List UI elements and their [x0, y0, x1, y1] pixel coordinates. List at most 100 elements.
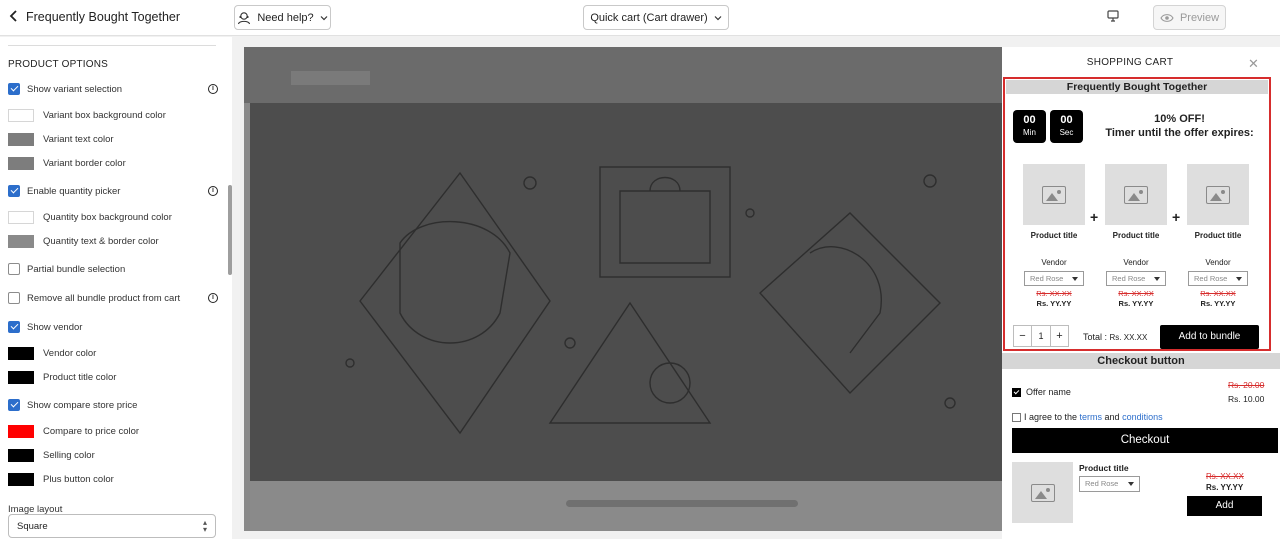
- total-label: Total :: [1083, 332, 1108, 342]
- checkbox[interactable]: [8, 292, 20, 304]
- option-checkbox-row[interactable]: Show compare store price: [8, 395, 218, 415]
- image-placeholder-icon: [1030, 483, 1055, 502]
- product-image[interactable]: [1105, 164, 1167, 225]
- color-swatch[interactable]: [8, 346, 34, 360]
- support-icon: [238, 11, 251, 24]
- offer-text: 10% OFF!: [1154, 113, 1205, 125]
- color-setting-row[interactable]: Product title color: [8, 367, 218, 387]
- color-setting-row[interactable]: Quantity text & border color: [8, 231, 218, 251]
- image-layout-value: Square: [17, 520, 48, 532]
- hero-image: [250, 103, 1002, 481]
- color-setting-row[interactable]: Selling color: [8, 445, 218, 465]
- variant-select[interactable]: Red Rose: [1188, 271, 1248, 286]
- product-image[interactable]: [1187, 164, 1249, 225]
- bundle-product: Product title Vendor Red Rose Rs. XX.XX Rs. …: [1187, 164, 1249, 308]
- option-checkbox-row[interactable]: Show variant selection i: [8, 79, 218, 99]
- need-help-button[interactable]: Need help?: [234, 5, 331, 30]
- option-label: Vendor color: [43, 347, 97, 359]
- agree-terms-checkbox[interactable]: [1012, 413, 1021, 422]
- product-vendor: Vendor: [1041, 258, 1067, 267]
- quantity-increase-button[interactable]: +: [1050, 326, 1068, 346]
- info-icon[interactable]: i: [208, 186, 218, 196]
- upsell-add-button[interactable]: Add: [1187, 496, 1262, 516]
- option-label: Variant text color: [43, 133, 114, 145]
- quantity-value[interactable]: 1: [1032, 331, 1050, 341]
- need-help-label: Need help?: [257, 11, 314, 24]
- preview-scroll-indicator: [566, 500, 798, 507]
- checkbox[interactable]: [8, 83, 20, 95]
- variant-select[interactable]: Red Rose: [1024, 271, 1084, 286]
- color-swatch[interactable]: [8, 156, 34, 170]
- close-icon[interactable]: ✕: [1248, 56, 1259, 72]
- back-arrow-icon[interactable]: [8, 9, 22, 25]
- option-checkbox-row[interactable]: Show vendor: [8, 317, 218, 337]
- terms-link[interactable]: terms: [1080, 412, 1103, 422]
- checkbox[interactable]: [8, 263, 20, 275]
- checkbox[interactable]: [8, 399, 20, 411]
- divider: [8, 45, 216, 46]
- fbt-widget: Frequently Bought Together 00 Min 00 Sec…: [1003, 77, 1271, 351]
- offer-name: Offer name: [1026, 387, 1071, 397]
- conditions-link[interactable]: conditions: [1122, 412, 1163, 422]
- option-label: Remove all bundle product from cart: [27, 292, 181, 304]
- info-icon[interactable]: i: [208, 293, 218, 303]
- color-swatch[interactable]: [8, 472, 34, 486]
- color-swatch[interactable]: [8, 370, 34, 384]
- color-setting-row[interactable]: Compare to price color: [8, 421, 218, 441]
- color-swatch[interactable]: [8, 234, 34, 248]
- product-image[interactable]: [1023, 164, 1085, 225]
- timer-minutes-label: Min: [1023, 128, 1036, 137]
- upsell-product-title: Product title: [1079, 463, 1129, 473]
- option-label: Partial bundle selection: [27, 263, 126, 275]
- upsell-variant-select[interactable]: Red Rose: [1079, 476, 1140, 492]
- option-checkbox-row[interactable]: Partial bundle selection: [8, 259, 218, 279]
- checkout-button[interactable]: Checkout: [1012, 428, 1278, 453]
- selling-price: Rs. YY.YY: [1036, 299, 1072, 308]
- variant-select[interactable]: Red Rose: [1106, 271, 1166, 286]
- color-setting-row[interactable]: Plus button color: [8, 469, 218, 489]
- color-swatch[interactable]: [8, 108, 34, 122]
- info-icon[interactable]: i: [208, 84, 218, 94]
- color-setting-row[interactable]: Quantity box background color: [8, 207, 218, 227]
- compare-price: Rs. XX.XX: [1036, 289, 1072, 298]
- timer-seconds-label: Sec: [1059, 128, 1074, 137]
- color-setting-row[interactable]: Variant box background color: [8, 105, 218, 125]
- color-swatch[interactable]: [8, 210, 34, 224]
- option-label: Quantity box background color: [43, 211, 172, 223]
- option-label: Enable quantity picker: [27, 185, 121, 197]
- cart-type-select[interactable]: Quick cart (Cart drawer): [583, 5, 729, 30]
- color-setting-row[interactable]: Variant border color: [8, 153, 218, 173]
- color-setting-row[interactable]: Variant text color: [8, 129, 218, 149]
- selling-price: Rs. YY.YY: [1118, 299, 1154, 308]
- option-label: Show variant selection: [27, 83, 123, 95]
- checkbox[interactable]: [8, 321, 20, 333]
- image-placeholder-icon: [1124, 185, 1148, 204]
- add-to-bundle-button[interactable]: Add to bundle: [1160, 325, 1259, 349]
- option-label: Show compare store price: [27, 399, 138, 411]
- app-title: Frequently Bought Together: [26, 10, 181, 24]
- product-title[interactable]: Product title: [1187, 231, 1249, 240]
- agree-prefix: I agree to the: [1024, 412, 1080, 422]
- desktop-icon[interactable]: [1106, 9, 1122, 25]
- upsell-product-image: [1012, 462, 1073, 523]
- checkbox[interactable]: [8, 185, 20, 197]
- preview-button[interactable]: Preview: [1153, 5, 1226, 30]
- panel-scrollbar[interactable]: [228, 185, 232, 275]
- image-layout-select[interactable]: Square ▴ ▾: [8, 514, 216, 538]
- color-swatch[interactable]: [8, 132, 34, 146]
- offer-checkbox[interactable]: [1012, 388, 1021, 397]
- compare-price: Rs. XX.XX: [1118, 289, 1154, 298]
- option-label: Compare to price color: [43, 425, 140, 437]
- color-swatch[interactable]: [8, 448, 34, 462]
- cart-drawer-title: SHOPPING CART: [1086, 57, 1174, 68]
- product-title[interactable]: Product title: [1023, 231, 1085, 240]
- product-title[interactable]: Product title: [1105, 231, 1167, 240]
- image-placeholder-icon: [1206, 185, 1230, 204]
- quantity-decrease-button[interactable]: −: [1014, 326, 1032, 346]
- color-setting-row[interactable]: Vendor color: [8, 343, 218, 363]
- compare-price: Rs. XX.XX: [1200, 289, 1236, 298]
- color-swatch[interactable]: [8, 424, 34, 438]
- option-checkbox-row[interactable]: Enable quantity picker i: [8, 181, 218, 201]
- option-checkbox-row[interactable]: Remove all bundle product from cart i: [8, 288, 218, 308]
- upsell-compare-price: Rs. XX.XX: [1206, 472, 1244, 481]
